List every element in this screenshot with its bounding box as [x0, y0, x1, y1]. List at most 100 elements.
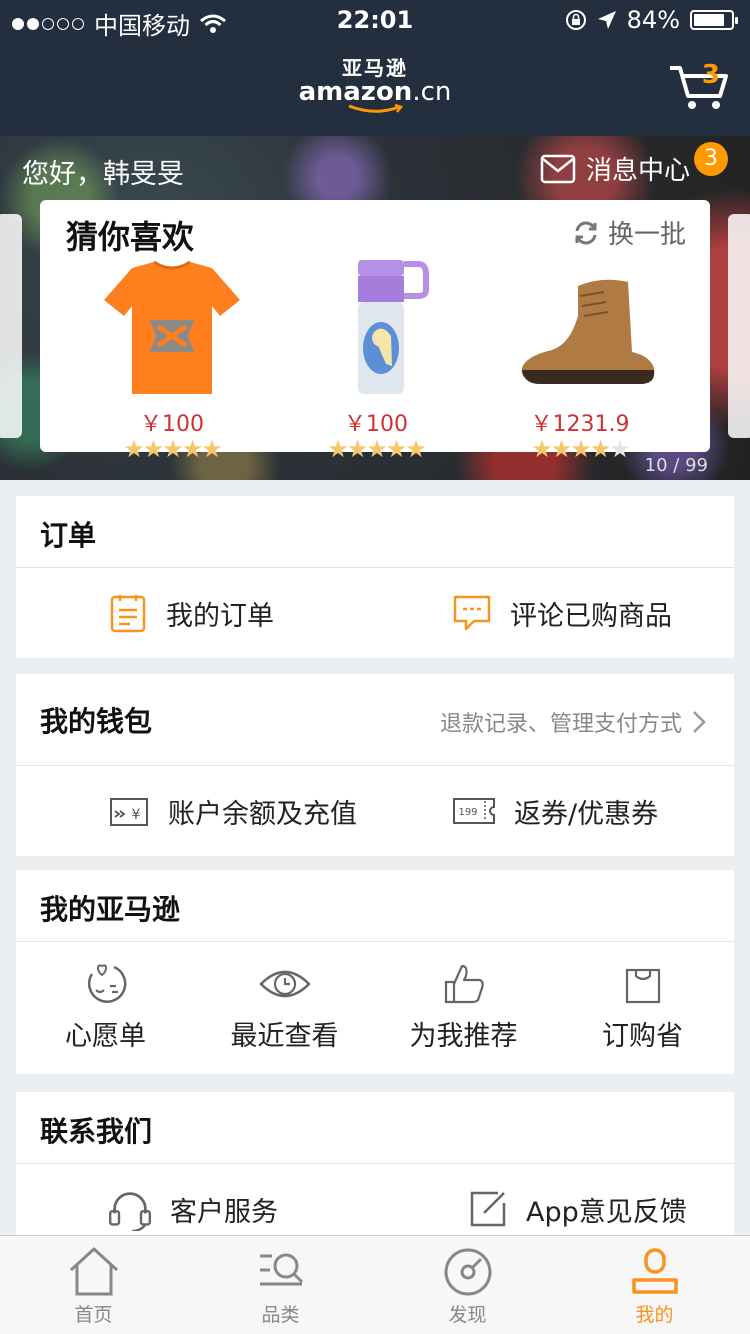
logo-suffix: .cn	[412, 77, 452, 107]
shopping-bag-icon	[625, 968, 660, 1004]
mail-icon	[540, 154, 576, 183]
recommended-button[interactable]: 为我推荐	[374, 962, 553, 1053]
product-item[interactable]: ￥100 ★★★★★	[72, 256, 272, 463]
thumbs-up-icon	[444, 964, 484, 1004]
star-filled-icon: ★	[346, 435, 368, 463]
tab-discover-label: 发现	[448, 1304, 487, 1326]
order-list-icon	[110, 595, 146, 633]
headset-icon	[108, 1192, 152, 1231]
star-filled-icon: ★	[201, 435, 222, 463]
section-title: 我的钱包	[40, 705, 153, 738]
my-orders-label: 我的订单	[166, 600, 274, 632]
star-filled-icon: ★	[589, 435, 611, 463]
message-center-label: 消息中心	[585, 156, 690, 186]
review-purchases-label: 评论已购商品	[510, 600, 672, 632]
refresh-button[interactable]: 换一批	[572, 214, 686, 251]
amazon-logo[interactable]: 亚马逊 amazon.cn	[0, 58, 750, 114]
coupon-icon-text: 199	[458, 807, 477, 818]
tab-me[interactable]: 我的	[561, 1246, 748, 1327]
logo-english: amazon	[298, 77, 413, 107]
star-filled-icon: ★	[385, 435, 407, 463]
app-header: 中国移动 22:01 84% 亚马逊 amazon.cn 3	[0, 0, 750, 136]
message-badge: 3	[694, 142, 728, 176]
review-purchases-button[interactable]: 评论已购商品	[452, 568, 672, 658]
comment-icon	[453, 595, 491, 631]
coupons-label: 返券/优惠券	[514, 798, 659, 830]
wishlist-button[interactable]: 心愿单	[16, 962, 195, 1053]
rotation-lock-icon	[565, 10, 586, 30]
next-card[interactable]	[728, 214, 750, 438]
balance-topup-label: 账户余额及充值	[168, 798, 357, 830]
boot-image	[521, 279, 655, 384]
edit-icon	[470, 1191, 506, 1227]
eye-clock-icon	[258, 970, 311, 998]
rating-stars: ★★★★★	[276, 435, 476, 463]
my-amazon-section: 我的亚马逊 心愿单 最近查看 为我推荐 订购省	[16, 870, 734, 1074]
balance-topup-button[interactable]: ¥ 账户余额及充值	[108, 766, 357, 856]
rating-stars: ★★★★★	[72, 435, 272, 463]
wallet-manage-label: 退款记录、管理支付方式	[439, 712, 682, 737]
orders-section: 订单 我的订单 评论已购商品	[16, 496, 734, 658]
star-filled-icon: ★	[550, 435, 572, 463]
greeting-text: 您好，韩旻旻	[22, 159, 184, 190]
message-center-button[interactable]: 消息中心	[540, 150, 690, 187]
subscribe-save-label: 订购省	[602, 1021, 683, 1052]
previous-card[interactable]	[0, 214, 22, 438]
recently-viewed-button[interactable]: 最近查看	[195, 962, 374, 1053]
customer-service-button[interactable]: 客户服务	[108, 1164, 278, 1235]
tab-discover[interactable]: 发现	[374, 1246, 561, 1327]
star-filled-icon: ★	[142, 435, 164, 463]
recently-viewed-label: 最近查看	[230, 1021, 339, 1052]
tab-category-label: 品类	[261, 1304, 300, 1326]
section-title: 联系我们	[40, 1115, 153, 1148]
star-filled-icon: ★	[327, 435, 348, 463]
star-filled-icon: ★	[366, 435, 387, 463]
product-price: ￥100	[344, 412, 408, 437]
product-item[interactable]: ￥1231.9 ★★★★★	[480, 256, 680, 463]
battery-percent: 84%	[626, 6, 680, 34]
cart-icon[interactable]	[668, 62, 730, 110]
logo-chinese: 亚马逊	[342, 56, 408, 80]
star-filled-icon: ★	[162, 435, 183, 463]
tab-home-label: 首页	[74, 1304, 113, 1326]
star-empty-icon: ★	[609, 435, 630, 463]
refresh-icon	[575, 221, 597, 244]
wallet-card-icon: ¥	[110, 798, 148, 826]
category-search-icon	[259, 1253, 303, 1286]
cart-count-badge: 3	[701, 60, 720, 90]
tab-category[interactable]: 品类	[187, 1246, 374, 1327]
wallet-section: 我的钱包 退款记录、管理支付方式 ¥ 账户余额及充值 199 返券/优惠券	[16, 674, 734, 856]
refresh-label: 换一批	[607, 220, 686, 250]
recommend-card: 猜你喜欢 换一批 ￥100 ★★★★★ ￥100 ★★★★★ ￥1231.9 ★…	[40, 200, 710, 461]
product-price: ￥100	[140, 412, 204, 437]
subscribe-save-button[interactable]: 订购省	[553, 962, 732, 1053]
star-filled-icon: ★	[531, 435, 552, 463]
star-filled-icon: ★	[405, 435, 426, 463]
card-title: 猜你喜欢	[66, 218, 195, 256]
star-filled-icon: ★	[181, 435, 203, 463]
tshirt-image	[104, 260, 240, 394]
coupons-button[interactable]: 199 返券/优惠券	[452, 766, 658, 856]
thermos-image	[358, 260, 429, 394]
app-feedback-label: App意见反馈	[526, 1196, 687, 1228]
status-bar: 中国移动 22:01 84%	[0, 0, 750, 40]
coupon-icon: 199	[453, 798, 495, 824]
location-arrow-icon	[597, 11, 616, 29]
tab-home[interactable]: 首页	[0, 1246, 187, 1327]
customer-service-label: 客户服务	[170, 1196, 278, 1228]
contact-section: 联系我们 客户服务 App意见反馈	[16, 1092, 734, 1235]
chevron-right-icon	[693, 711, 706, 733]
my-orders-button[interactable]: 我的订单	[108, 568, 274, 658]
section-title: 我的亚马逊	[40, 893, 181, 926]
wallet-manage-link[interactable]: 退款记录、管理支付方式	[440, 706, 706, 738]
home-icon	[69, 1247, 118, 1296]
profile-icon	[631, 1248, 678, 1294]
app-feedback-button[interactable]: App意见反馈	[468, 1164, 687, 1235]
battery-icon	[690, 10, 738, 30]
pager-indicator: 10 / 99	[644, 455, 708, 476]
bottom-tab-bar: 首页 品类 发现 我的	[0, 1235, 750, 1334]
discover-icon	[444, 1248, 491, 1296]
product-item[interactable]: ￥100 ★★★★★	[276, 256, 476, 463]
star-filled-icon: ★	[123, 435, 144, 463]
wishlist-label: 心愿单	[65, 1021, 146, 1052]
